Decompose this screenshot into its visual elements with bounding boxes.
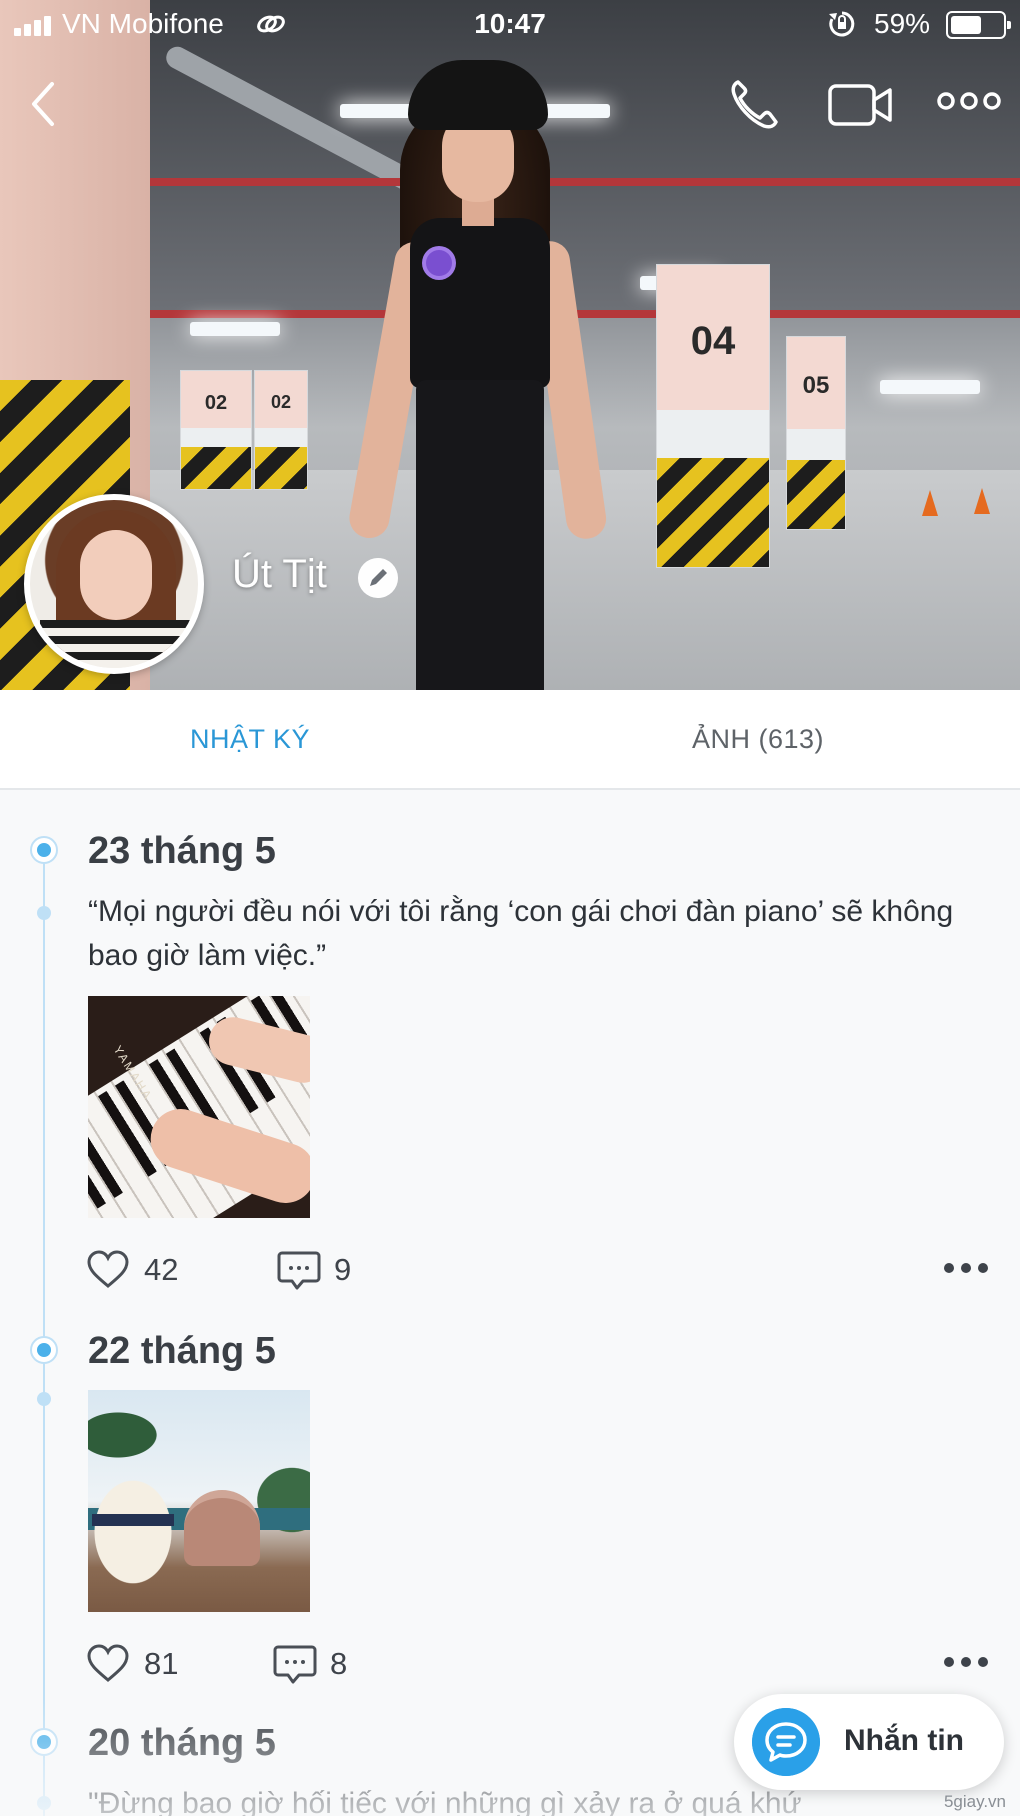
post-text: “Mọi người đều nói với tôi rằng ‘con gái… [88,895,954,972]
cover-pillar: 02 [254,370,308,490]
battery-percent: 59% [874,8,931,39]
message-button-label: Nhắn tin [844,1724,964,1757]
tab-diary[interactable]: NHẬT KÝ [190,724,310,755]
like-count: 42 [144,1252,179,1287]
video-call-icon[interactable] [826,80,896,130]
tab-bar: NHẬT KÝ ẢNH (613) [0,690,1020,790]
like-button[interactable]: 42 [86,1246,186,1294]
cover-light [880,380,980,394]
comment-count: 9 [334,1252,352,1287]
comment-count: 8 [330,1646,348,1681]
more-icon[interactable] [936,86,1002,116]
cover-cone [922,490,938,516]
message-button[interactable]: Nhắn tin [734,1694,1004,1790]
status-time: 10:47 [474,8,546,39]
cover-light [190,322,280,336]
back-icon[interactable] [24,76,64,132]
avatar[interactable] [24,494,204,674]
battery-fill [951,16,981,34]
timeline-dot [37,906,51,920]
post-date: 23 tháng 5 [88,830,276,872]
comment-button[interactable]: 8 [272,1640,362,1688]
post-reactions: 42 9 [86,1246,1006,1294]
post-photo-beach[interactable] [88,1390,310,1612]
timeline-dot [37,1796,51,1810]
tab-photos[interactable]: ẢNH (613) [692,724,824,755]
heart-icon [87,1250,129,1288]
status-bar: VN Mobifone 10:47 59% [0,0,1020,48]
post-more-icon[interactable] [942,1654,990,1670]
post-date: 22 tháng 5 [88,1330,276,1372]
comment-icon [277,1251,321,1290]
post-more-icon[interactable] [942,1260,990,1276]
cover-pillar: 02 [180,370,252,490]
timeline-node [30,1336,58,1364]
timeline-dot [37,1392,51,1406]
chat-bubble-icon [752,1708,820,1776]
profile-name: Út Tịt [232,552,327,596]
cover-pillar: 05 [786,336,846,530]
timeline-node [30,1728,58,1756]
post-reactions: 81 8 [86,1640,1006,1688]
post-date: 20 tháng 5 [88,1722,276,1764]
like-button[interactable]: 81 [86,1640,186,1688]
timeline-line [43,840,45,1816]
comment-icon [273,1645,317,1684]
cover-cone [974,488,990,514]
comment-button[interactable]: 9 [276,1246,366,1294]
cover-pillar: 04 [656,264,770,568]
like-count: 81 [144,1646,179,1681]
timeline-node [30,836,58,864]
heart-icon [87,1644,129,1682]
phone-icon[interactable] [726,76,786,132]
watermark: 5giay.vn [943,1792,1006,1811]
rotation-lock-icon [829,11,855,37]
pencil-icon[interactable] [358,558,398,598]
battery-icon [946,11,1011,39]
post-photo-piano[interactable]: YAMAHA [88,996,310,1218]
